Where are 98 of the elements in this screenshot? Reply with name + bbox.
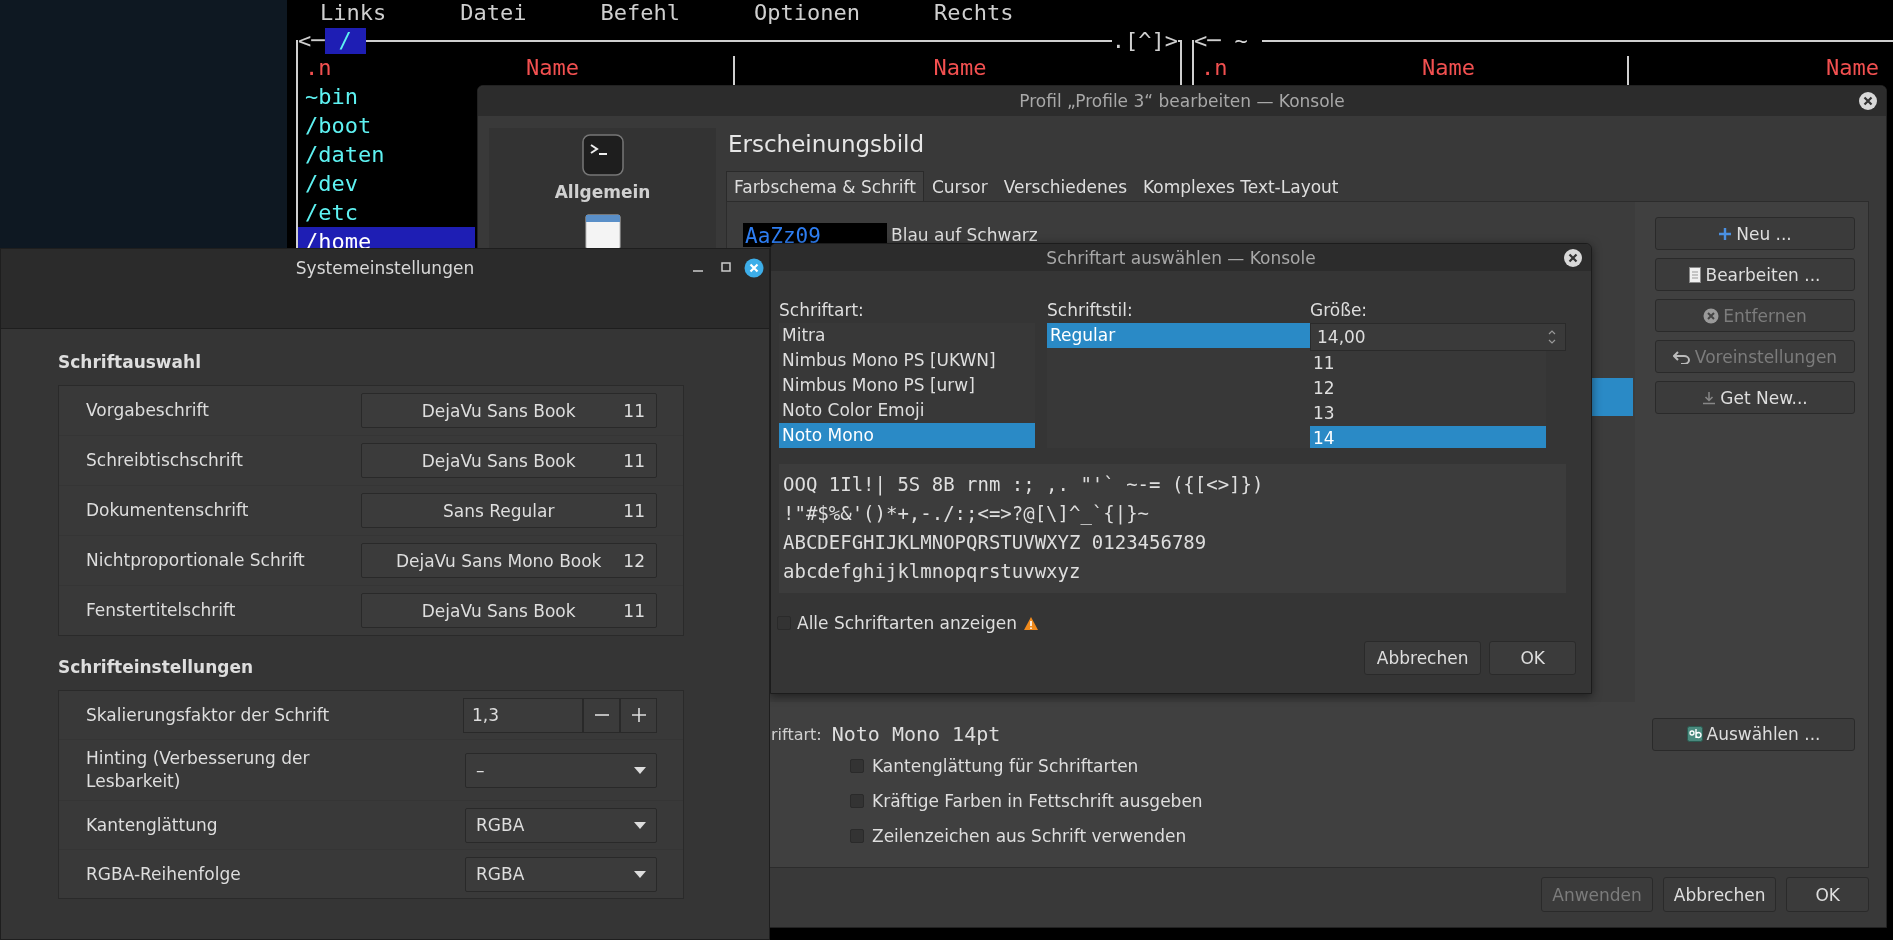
- setting-label: Nichtproportionale Schrift: [86, 549, 306, 572]
- section-title: Schriftauswahl: [58, 351, 202, 374]
- checkbox-label[interactable]: Zeilenzeichen aus Schrift verwenden: [872, 826, 1187, 846]
- list-item[interactable]: Mitra: [779, 323, 1035, 348]
- tab[interactable]: Verschiedenes: [995, 171, 1136, 201]
- choose-button[interactable]: Auswählen ...: [1652, 717, 1855, 751]
- setting-label: Hinting (Verbesserung der Lesbarkeit): [86, 747, 311, 793]
- plus-icon: [631, 708, 646, 722]
- font-button[interactable]: DejaVu Sans Mono Book 12: [361, 543, 657, 578]
- list-item[interactable]: 14: [1310, 426, 1546, 448]
- document-icon: [1689, 266, 1702, 283]
- size-field[interactable]: 14,00: [1310, 323, 1566, 351]
- setting-label: RGBA-Reihenfolge: [86, 862, 242, 886]
- setting-label: Fenstertitelschrift: [86, 599, 237, 622]
- warning-icon: [1022, 615, 1039, 631]
- menu-item[interactable]: Befehl: [600, 0, 680, 28]
- font-label: riftart:: [771, 724, 822, 744]
- increment-button[interactable]: [620, 697, 657, 733]
- column-header[interactable]: Name: [740, 54, 1180, 82]
- window-icon: [584, 214, 621, 250]
- list-item[interactable]: Nimbus Mono PS [urw]: [779, 373, 1035, 398]
- dialog-button[interactable]: Abbrechen: [1662, 877, 1777, 912]
- setting-label: Kantenglättung: [86, 813, 219, 837]
- file-entry[interactable]: /dev: [298, 169, 475, 198]
- sidebar-item[interactable]: Allgemein: [554, 182, 651, 202]
- plus-icon: [1718, 226, 1733, 241]
- page-heading: Erscheinungsbild: [728, 130, 926, 159]
- checkbox-label[interactable]: Kräftige Farben in Fettschrift ausgeben: [872, 791, 1203, 811]
- font-button[interactable]: DejaVu Sans Book 11: [361, 593, 657, 628]
- file-entry[interactable]: /daten: [298, 140, 475, 169]
- column-header[interactable]: .n: [305, 54, 365, 82]
- profile-button[interactable]: Neu ...: [1655, 217, 1855, 250]
- menu-item[interactable]: Links: [320, 0, 387, 28]
- tab[interactable]: Farbschema & Schrift: [726, 171, 924, 201]
- column-label: Schriftart:: [779, 299, 865, 322]
- dialog-button[interactable]: OK: [1786, 877, 1869, 912]
- dialog-title: Schriftart auswählen — Konsole: [1046, 247, 1316, 268]
- column-header[interactable]: Name: [1261, 54, 1636, 82]
- setting-label: Dokumentenschrift: [86, 499, 250, 522]
- dropdown-arrow-icon: [634, 870, 646, 878]
- font-button[interactable]: DejaVu Sans Book 11: [361, 443, 657, 478]
- menu-item[interactable]: Rechts: [933, 0, 1014, 28]
- download-icon: [1702, 390, 1717, 405]
- panel-path: ~: [1233, 28, 1249, 54]
- list-item[interactable]: Noto Color Emoji: [779, 398, 1035, 423]
- section-title: Schrifteinstellungen: [58, 656, 255, 679]
- menu-item[interactable]: Optionen: [753, 0, 860, 28]
- setting-label: Vorgabeschrift: [86, 399, 210, 422]
- column-label: Schriftstil:: [1047, 299, 1134, 322]
- panel-path: /: [324, 28, 366, 54]
- checkbox-label[interactable]: Kantenglättung für Schriftarten: [872, 756, 1139, 776]
- column-label: Größe:: [1310, 299, 1369, 322]
- dialog-button[interactable]: OK: [1489, 641, 1576, 675]
- font-button[interactable]: Sans Regular 11: [361, 493, 657, 528]
- close-icon[interactable]: [744, 258, 764, 278]
- text-format-icon: [1686, 726, 1703, 742]
- dialog-button[interactable]: Abbrechen: [1363, 641, 1482, 675]
- close-icon[interactable]: [1563, 247, 1583, 268]
- font-preview: OOQ 1Il!| 5S 8B rnm :; ,. "'` ~-= ({[<>]}) !"#$%&'()*+,-./:;<=>?@[\]^_`{|}~ ABCDEFGHIJKLMNOPQRSTUVWXYZ 0123456789 abcdefghijklmnopqrstuvwxyz: [779, 464, 1566, 593]
- dropdown-arrow-icon: [634, 821, 646, 829]
- profile-button[interactable]: Get New...: [1655, 381, 1855, 414]
- setting-label: Schreibtischschrift: [86, 449, 244, 472]
- terminal-icon: [581, 134, 624, 176]
- window-title: Systemeinstellungen: [295, 257, 475, 278]
- list-item[interactable]: Regular: [1047, 323, 1310, 348]
- dropdown[interactable]: –: [465, 752, 657, 788]
- list-item[interactable]: 13: [1310, 401, 1546, 426]
- tab[interactable]: Komplexes Text-Layout: [1135, 171, 1347, 201]
- dropdown-arrow-icon: [634, 766, 646, 774]
- list-item[interactable]: 12: [1310, 376, 1546, 401]
- menu-item[interactable]: Datei: [460, 0, 527, 28]
- panel-nav[interactable]: <─: [298, 28, 325, 54]
- file-entry[interactable]: ~bin: [298, 82, 475, 111]
- minus-icon: [594, 714, 609, 716]
- column-header[interactable]: Name: [1636, 54, 1893, 82]
- list-item[interactable]: Noto Mono: [779, 423, 1035, 448]
- tab[interactable]: Cursor: [923, 171, 996, 201]
- window-title: Profil „Profile 3“ bearbeiten — Konsole: [1019, 91, 1345, 111]
- font-value: Noto Mono 14pt: [831, 722, 1002, 746]
- column-header[interactable]: .n: [1201, 54, 1261, 82]
- dropdown[interactable]: RGBA: [465, 856, 657, 892]
- decrement-button[interactable]: [583, 697, 620, 733]
- scale-field[interactable]: 1,3: [463, 697, 583, 733]
- file-entry[interactable]: /boot: [298, 111, 475, 140]
- scheme-name[interactable]: Blau auf Schwarz: [891, 225, 1038, 245]
- file-entry[interactable]: /etc: [298, 198, 475, 227]
- list-item[interactable]: Nimbus Mono PS [UKWN]: [779, 348, 1035, 373]
- column-header[interactable]: Name: [365, 54, 740, 82]
- close-icon[interactable]: [1858, 91, 1878, 111]
- list-item[interactable]: 11: [1310, 351, 1546, 376]
- setting-label: Skalierungsfaktor der Schrift: [86, 703, 331, 727]
- panel-nav[interactable]: <─: [1194, 28, 1221, 54]
- checkbox-label[interactable]: Alle Schriftarten anzeigen: [797, 613, 1017, 633]
- font-button[interactable]: DejaVu Sans Book 11: [361, 393, 657, 428]
- remove-icon: [1703, 307, 1720, 324]
- dropdown[interactable]: RGBA: [465, 807, 657, 843]
- undo-icon: [1672, 349, 1691, 364]
- profile-button[interactable]: Bearbeiten ...: [1655, 258, 1855, 291]
